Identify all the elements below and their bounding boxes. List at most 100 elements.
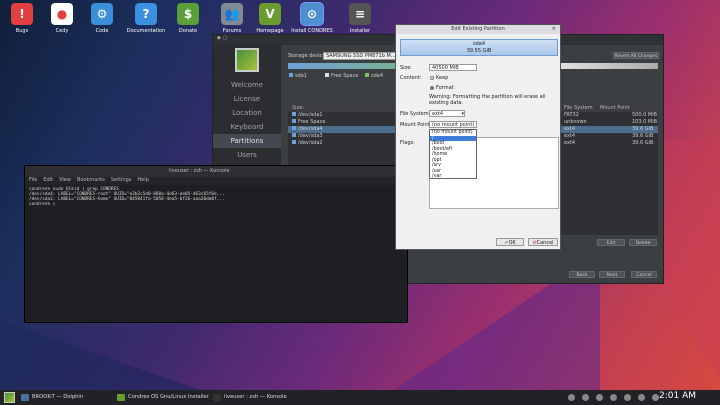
delete-button[interactable]: Delete <box>629 239 657 246</box>
desktop-icon-label: Documentation <box>126 28 166 34</box>
tray-icon[interactable] <box>596 394 603 401</box>
size-label: Size: <box>400 65 412 71</box>
condres-logo <box>235 48 259 72</box>
close-icon[interactable]: ✕ <box>552 25 556 34</box>
desktop-icon-homepage[interactable]: V Homepage <box>248 3 292 34</box>
ok-button[interactable]: ✔OK <box>496 238 524 246</box>
forums-icon: 👥 <box>221 3 243 25</box>
next-button[interactable]: Next <box>599 271 625 278</box>
revert-all-button[interactable]: Revert All Changes <box>613 52 659 59</box>
task-konsole[interactable]: liveuser : zsh — Konsole <box>212 393 287 402</box>
tray-icon[interactable] <box>638 394 645 401</box>
cell-name: /dev/sda4 <box>298 126 323 132</box>
desktop-icon-label: Code <box>95 28 109 34</box>
desktop-icon-documentation[interactable]: ? Documentation <box>124 3 168 34</box>
cell-name: Free Space <box>298 119 326 125</box>
sidebar-item-welcome: Welcome <box>230 81 264 89</box>
menu-help[interactable]: Help <box>137 177 148 183</box>
tray-icon[interactable] <box>624 394 631 401</box>
legend-sda1: sda1 <box>289 73 307 79</box>
dropdown-option[interactable]: (no mount point) <box>430 130 476 136</box>
cell-size: 39.6 GiB <box>632 126 654 132</box>
partition-header: sda4 39.55 GiB <box>400 39 558 56</box>
sidebar-item-location: Location <box>232 109 262 117</box>
cell-fs: FAT32 <box>564 112 579 118</box>
mount-point-label: Mount Point: <box>400 122 432 128</box>
clock[interactable]: 2:01 AM <box>659 391 696 401</box>
tray-icon[interactable] <box>610 394 617 401</box>
menu-file[interactable]: File <box>29 177 37 183</box>
desktop-icon-donate[interactable]: $ Donate <box>166 3 210 34</box>
desktop-icon-label: Donate <box>178 28 198 34</box>
chevron-down-icon: ▾ <box>461 111 464 117</box>
partition-name: sda4 <box>472 41 486 47</box>
menu-bookmarks[interactable]: Bookmarks <box>77 177 105 183</box>
size-spinbox[interactable]: 40500 MiB <box>429 64 477 71</box>
konsole-menubar: File Edit View Bookmarks Settings Help <box>25 177 407 185</box>
code-icon: ⚙ <box>91 3 113 25</box>
cell-size: 500.0 MiB <box>632 112 658 118</box>
sidebar-item-keyboard: Keyboard <box>230 123 264 131</box>
cell-size: 39.6 GiB <box>632 133 654 139</box>
storage-device-select[interactable]: SAMSUNG SSD PM871b M... <box>323 52 399 60</box>
terminal-output[interactable]: condres% sudo blkid | grep CONDRES/dev/s… <box>25 185 407 209</box>
keep-radio[interactable]: Keep <box>430 75 448 81</box>
cell-size: 39.6 GiB <box>632 140 654 146</box>
cell-name: /dev/sda2 <box>298 140 323 146</box>
konsole-title: liveuser : zsh — Konsole <box>169 168 230 174</box>
cell-fs: unknown <box>564 119 587 125</box>
mount-point-select[interactable]: (no mount point)▾ <box>429 121 477 134</box>
legend-sda4: sda4 <box>365 73 383 79</box>
desktop-icon-label: Cedy <box>55 28 69 34</box>
edit-button[interactable]: Edit <box>597 239 625 246</box>
storage-device-label: Storage device: <box>288 53 328 59</box>
menu-edit[interactable]: Edit <box>43 177 53 183</box>
konsole-titlebar[interactable]: liveuser : zsh — Konsole <box>25 166 407 177</box>
cell-size: 103.0 MiB <box>632 119 658 125</box>
tray-icon[interactable] <box>568 394 575 401</box>
dialog-title: Edit Existing Partition <box>451 26 505 32</box>
cell-fs: ext4 <box>564 133 576 139</box>
documentation-icon: ? <box>135 3 157 25</box>
format-warning: Warning: Formatting the partition will e… <box>429 94 546 106</box>
donate-icon: $ <box>177 3 199 25</box>
sidebar-item-license: License <box>233 95 261 103</box>
format-radio[interactable]: Format <box>430 85 454 91</box>
homepage-icon: V <box>259 3 281 25</box>
konsole-window: liveuser : zsh — Konsole File Edit View Boo… <box>24 165 408 323</box>
app-launcher-icon[interactable] <box>4 392 15 403</box>
menu-view[interactable]: View <box>59 177 71 183</box>
tray-icon[interactable] <box>582 394 589 401</box>
cell-name: /dev/sda1 <box>298 112 323 118</box>
cedy-icon: ● <box>51 3 73 25</box>
installer-icon: ≡ <box>349 3 371 25</box>
dropdown-option[interactable]: /var <box>430 174 476 180</box>
legend-free-space: Free Space <box>325 73 358 79</box>
tray-icon[interactable] <box>652 394 659 401</box>
install-condres-icon: ⊙ <box>300 2 324 26</box>
flags-label: Flags: <box>400 140 415 146</box>
desktop-icon-bugs[interactable]: ! Bugs <box>0 3 44 34</box>
taskbar: BROOK-T — Dolphin Condres OS Gnu/Linux I… <box>0 390 720 405</box>
task-installer[interactable]: Condres OS Gnu/Linux Installer <box>116 393 209 402</box>
task-dolphin[interactable]: BROOK-T — Dolphin <box>20 393 83 402</box>
dialog-titlebar[interactable]: Edit Existing Partition ✕ <box>396 25 560 34</box>
bugs-icon: ! <box>11 3 33 25</box>
back-button[interactable]: Back <box>569 271 595 278</box>
partition-size: 39.55 GiB <box>466 48 492 54</box>
cancel-install-button[interactable]: Cancel <box>631 271 657 278</box>
desktop-icon-code[interactable]: ⚙ Code <box>80 3 124 34</box>
desktop-icon-cedy[interactable]: ● Cedy <box>40 3 84 34</box>
content-label: Content: <box>400 75 422 81</box>
cancel-button[interactable]: ⊘Cancel <box>528 238 558 246</box>
fs-select[interactable]: ext4 ▾ <box>429 110 465 117</box>
cell-fs: ext4 <box>564 126 576 132</box>
menu-settings[interactable]: Settings <box>111 177 132 183</box>
desktop-icon-label: Bugs <box>15 28 29 34</box>
mount-point-dropdown[interactable]: (no mount point) //boot/boot/efi/home/opt… <box>429 129 477 179</box>
desktop-icon-installer[interactable]: ≡ Installer <box>338 3 382 34</box>
desktop-icon-install-condres[interactable]: ⊙ Install CONDRES <box>290 2 334 34</box>
terminal-line: condres% ▯ <box>29 202 56 207</box>
fs-label: File System: <box>400 111 431 117</box>
cell-fs: ext4 <box>564 140 576 146</box>
